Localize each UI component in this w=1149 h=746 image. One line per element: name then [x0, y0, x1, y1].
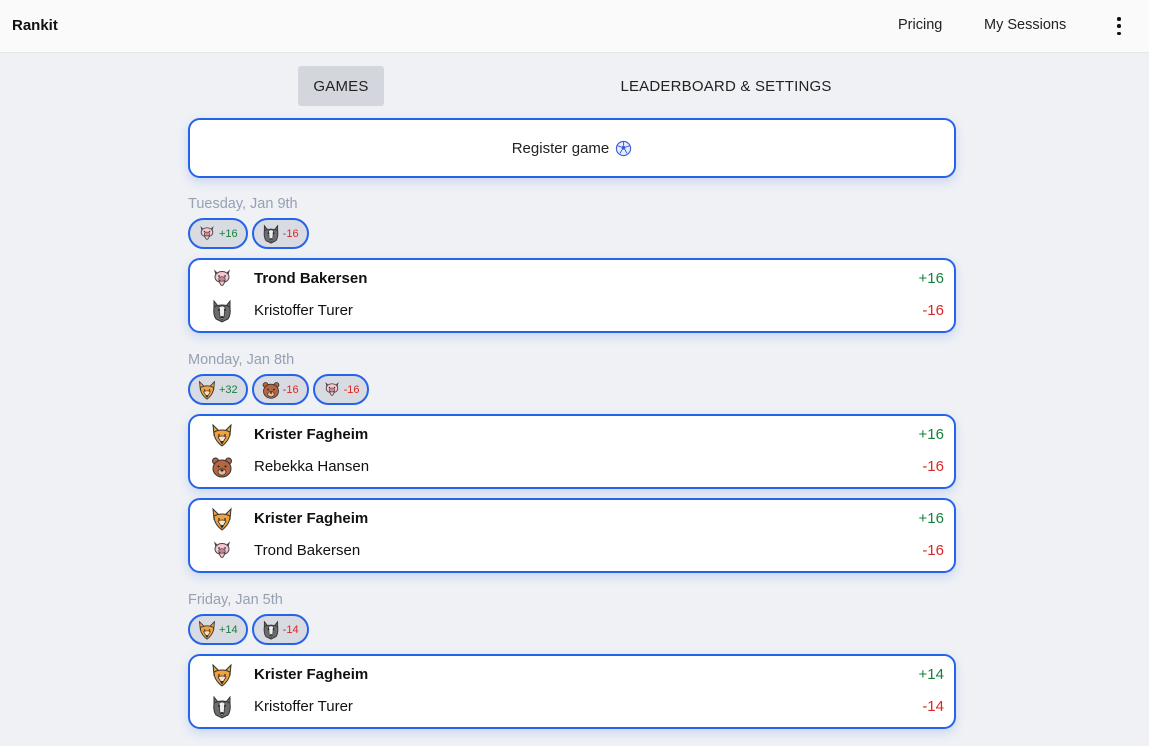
wolf-icon — [261, 620, 281, 640]
player-delta-chip[interactable]: -16 — [312, 374, 370, 405]
loser-name: Rebekka Hansen — [254, 458, 370, 475]
pig-icon — [322, 380, 342, 400]
day-label: Friday, Jan 5th — [188, 592, 283, 608]
chip-delta: -14 — [282, 623, 299, 636]
loser-score-delta: -16 — [922, 458, 944, 475]
winner-row: Trond Bakersen +16 — [190, 267, 954, 291]
game-card[interactable]: Krister Fagheim +16 Rebekka Hansen -16 — [188, 414, 956, 489]
brand-logo[interactable]: Rankit — [12, 17, 58, 34]
player-delta-chip[interactable]: -16 — [251, 218, 309, 249]
winner-row: Krister Fagheim +14 — [190, 663, 954, 687]
winner-name: Krister Fagheim — [254, 426, 369, 443]
game-card[interactable]: Trond Bakersen +16 Kristoffer Turer -16 — [188, 258, 956, 333]
chip-delta: -16 — [282, 383, 299, 396]
chip-delta: -16 — [282, 227, 299, 240]
nav-my-sessions-link[interactable]: My Sessions — [984, 17, 1066, 33]
pig-icon — [210, 539, 234, 563]
fox-icon — [197, 620, 217, 640]
avatar — [210, 695, 234, 719]
loser-score-delta: -16 — [922, 542, 944, 559]
loser-row: Rebekka Hansen -16 — [190, 455, 954, 479]
day-label: Monday, Jan 8th — [188, 352, 295, 368]
fox-icon — [210, 507, 234, 531]
winner-name: Krister Fagheim — [254, 666, 369, 683]
chip-delta: +32 — [219, 383, 238, 396]
avatar — [210, 455, 234, 479]
game-card[interactable]: Krister Fagheim +14 Kristoffer Turer -14 — [188, 654, 956, 729]
bear-icon — [261, 380, 281, 400]
fox-icon — [210, 423, 234, 447]
wolf-icon — [210, 695, 234, 719]
player-delta-chip[interactable]: +14 — [188, 614, 248, 645]
winner-score-delta: +16 — [918, 270, 944, 287]
register-game-label: Register game — [511, 139, 610, 157]
avatar — [210, 299, 234, 323]
winner-row: Krister Fagheim +16 — [190, 423, 954, 447]
fox-icon — [210, 663, 234, 687]
loser-name: Kristoffer Turer — [254, 302, 353, 319]
soccer-ball-icon — [615, 140, 632, 157]
loser-name: Trond Bakersen — [254, 542, 361, 559]
top-bar: Rankit Pricing My Sessions — [0, 0, 1149, 53]
avatar — [210, 267, 234, 291]
loser-row: Kristoffer Turer -14 — [190, 695, 954, 719]
winner-row: Krister Fagheim +16 — [190, 507, 954, 531]
chip-delta: +16 — [219, 227, 238, 240]
chip-delta: +14 — [219, 623, 238, 636]
winner-name: Trond Bakersen — [254, 270, 368, 287]
player-delta-chip[interactable]: +16 — [188, 218, 248, 249]
loser-score-delta: -16 — [922, 302, 944, 319]
day-label: Tuesday, Jan 9th — [188, 196, 298, 212]
avatar — [210, 507, 234, 531]
player-delta-chip[interactable]: -14 — [251, 614, 309, 645]
more-menu-icon[interactable] — [1110, 15, 1128, 37]
tab-games[interactable]: GAMES — [298, 66, 384, 106]
register-game-button[interactable]: Register game — [188, 118, 956, 178]
nav-pricing-link[interactable]: Pricing — [898, 17, 942, 33]
winner-name: Krister Fagheim — [254, 510, 369, 527]
winner-score-delta: +16 — [918, 426, 944, 443]
player-delta-chip[interactable]: +32 — [188, 374, 248, 405]
game-card[interactable]: Krister Fagheim +16 Trond Bakersen -16 — [188, 498, 956, 573]
tab-leaderboard-settings[interactable]: LEADERBOARD & SETTINGS — [596, 66, 856, 106]
chip-delta: -16 — [343, 383, 360, 396]
day-summary-chips: +32 -16 -16 — [188, 374, 370, 405]
winner-score-delta: +14 — [918, 666, 944, 683]
pig-icon — [210, 267, 234, 291]
avatar — [210, 423, 234, 447]
day-summary-chips: +14 -14 — [188, 614, 309, 645]
wolf-icon — [210, 299, 234, 323]
avatar — [210, 539, 234, 563]
avatar — [210, 663, 234, 687]
player-delta-chip[interactable]: -16 — [251, 374, 309, 405]
loser-row: Kristoffer Turer -16 — [190, 299, 954, 323]
bear-icon — [210, 455, 234, 479]
loser-name: Kristoffer Turer — [254, 698, 353, 715]
fox-icon — [197, 380, 217, 400]
loser-score-delta: -14 — [922, 698, 944, 715]
wolf-icon — [261, 224, 281, 244]
pig-icon — [197, 224, 217, 244]
loser-row: Trond Bakersen -16 — [190, 539, 954, 563]
winner-score-delta: +16 — [918, 510, 944, 527]
day-summary-chips: +16 -16 — [188, 218, 309, 249]
